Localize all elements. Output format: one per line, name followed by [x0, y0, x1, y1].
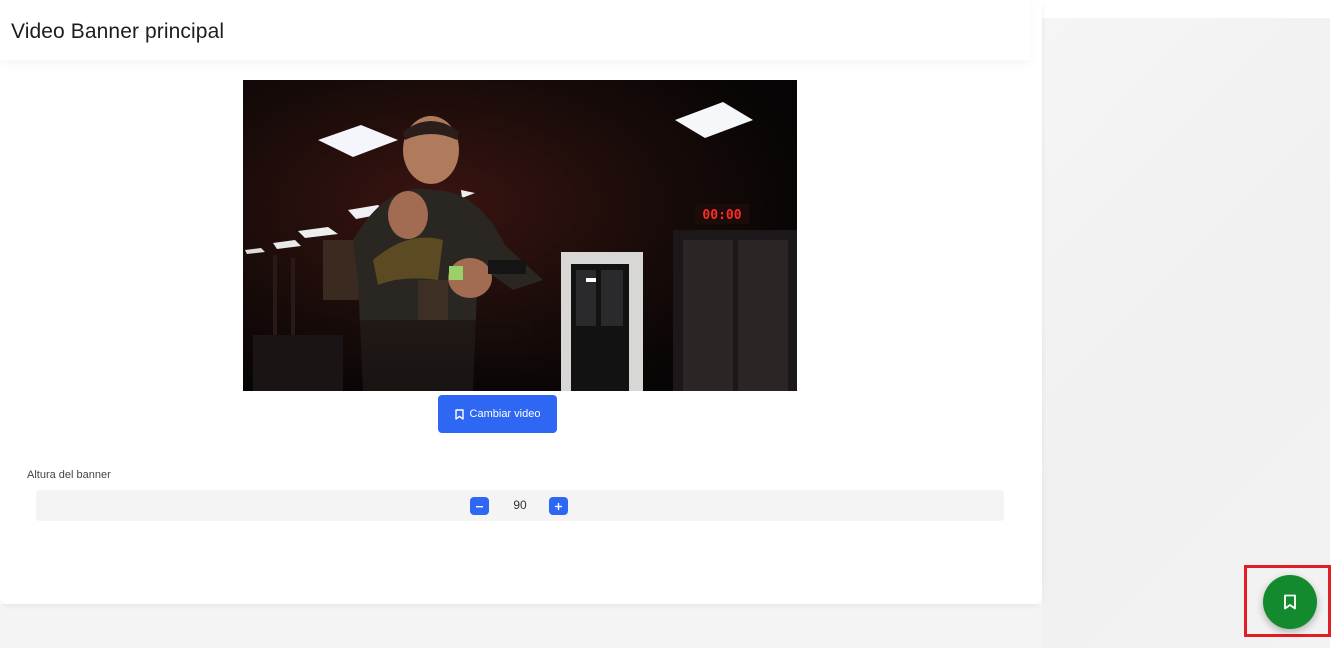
video-banner-card: Video Banner principal 00:00 Cambiar vid…	[0, 0, 1042, 604]
card-title: Video Banner principal	[11, 20, 225, 43]
page: Video Banner principal 00:00 Cambiar vid…	[0, 0, 1342, 652]
decrement-button[interactable]	[470, 497, 489, 515]
page-background-strip	[0, 604, 1042, 648]
increment-button[interactable]	[549, 497, 568, 515]
plus-icon	[555, 502, 562, 510]
bookmark-icon	[454, 408, 464, 420]
change-video-button[interactable]: Cambiar video	[438, 395, 557, 433]
banner-height-stepper: 90	[36, 490, 1004, 521]
right-panel	[1042, 18, 1330, 648]
change-video-label: Cambiar video	[469, 408, 541, 420]
card-header: Video Banner principal	[0, 0, 1030, 60]
minus-icon	[476, 505, 483, 507]
banner-height-value[interactable]: 90	[504, 498, 536, 512]
save-fab-button[interactable]	[1263, 575, 1317, 629]
video-frame-image: 00:00	[243, 80, 797, 391]
bookmark-icon	[1284, 594, 1296, 610]
video-clock-text: 00:00	[702, 208, 741, 223]
banner-height-label: Altura del banner	[27, 469, 111, 481]
banner-video[interactable]: 00:00	[243, 80, 797, 391]
